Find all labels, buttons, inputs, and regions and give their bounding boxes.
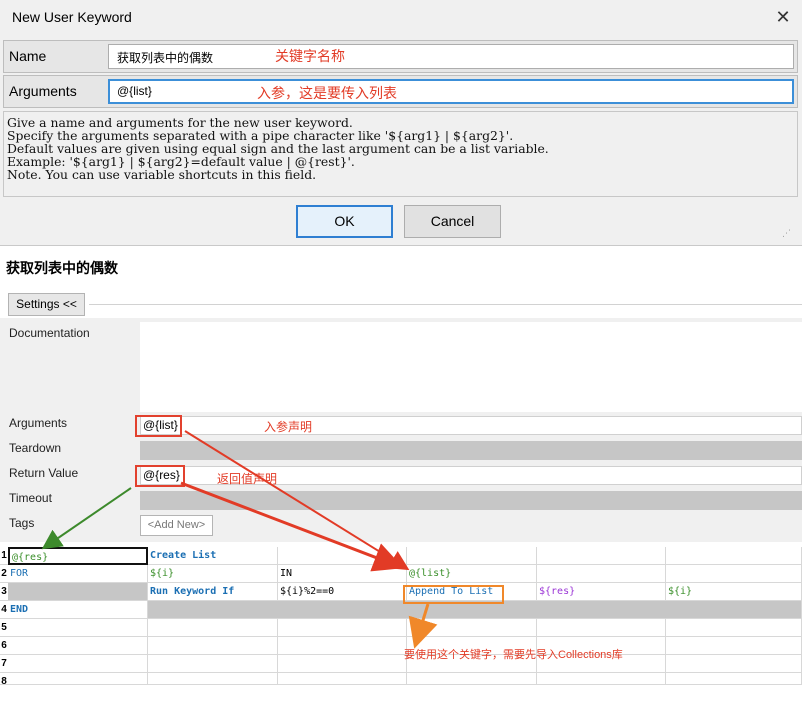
grid-cell[interactable]: @{list} [407,565,537,583]
grid-cell[interactable] [148,637,278,655]
grid-cell[interactable] [8,637,148,655]
return-highlight-box [135,465,185,487]
grid-cell[interactable] [8,655,148,673]
grid-cell[interactable]: ${i} [666,583,802,601]
grid-cell[interactable] [666,655,802,673]
teardown-field[interactable] [140,441,802,460]
row-number: 6 [0,637,8,655]
name-label: Name [9,48,47,64]
row-number: 7 [0,655,8,673]
timeout-field[interactable] [140,491,802,510]
grid-cell[interactable] [278,619,407,637]
grid-cell[interactable] [537,565,666,583]
help-text: Give a name and arguments for the new us… [3,111,798,197]
resize-grip-icon[interactable]: ⋰ [782,229,794,242]
grid-cell[interactable] [666,565,802,583]
grid-cell[interactable]: FOR [8,565,148,583]
grid-cell[interactable] [537,547,666,565]
row-number: 5 [0,619,8,637]
timeout-label: Timeout [9,491,52,505]
arguments-setting-field[interactable] [140,416,802,435]
grid-cell[interactable] [148,619,278,637]
grid-cell[interactable]: ${res} [537,583,666,601]
documentation-field[interactable] [140,322,802,412]
grid-cell[interactable]: Create List [148,547,278,565]
ok-button[interactable]: OK [296,205,393,238]
row-number: 1 [0,547,8,565]
add-tag-button[interactable]: <Add New> [140,515,213,536]
grid-cell[interactable] [407,673,537,685]
row-number: 2 [0,565,8,583]
row-number: 4 [0,601,8,619]
arguments-field-value: @{list} [117,84,152,98]
grid-cell[interactable] [407,619,537,637]
settings-divider [89,304,802,305]
return-value-label: Return Value [9,466,79,480]
grid-cell[interactable] [666,547,802,565]
grid-cell[interactable] [537,673,666,685]
settings-toggle-button[interactable]: Settings << [8,293,85,316]
keyword-steps-grid: 1 2 3 4 5 6 7 8 @{res} Create List FOR $… [0,547,802,704]
name-annotation: 关键字名称 [275,48,345,64]
name-field-value: 获取列表中的偶数 [117,51,214,65]
teardown-label: Teardown [9,441,62,455]
close-icon[interactable]: ✕ [768,2,798,32]
grid-cell[interactable]: @{res} [8,547,148,565]
grid-cell[interactable] [407,547,537,565]
arguments-label: Arguments [9,83,77,99]
arguments-highlight-box [135,415,182,437]
grid-cell[interactable]: ${i}%2==0 [278,583,407,601]
grid-cell[interactable] [8,619,148,637]
collections-library-annotation: 要使用这个关键字，需要先导入Collections库 [404,649,623,661]
grid-cell[interactable] [8,583,148,601]
cancel-button[interactable]: Cancel [404,205,501,238]
row-number: 8 [0,673,8,685]
new-user-keyword-dialog: New User Keyword ✕ Name 获取列表中的偶数 关键字名称 A… [0,0,802,246]
grid-cell[interactable] [666,673,802,685]
return-value-annotation: 返回值声明 [217,472,278,486]
tags-label: Tags [9,516,35,530]
name-field[interactable]: 获取列表中的偶数 关键字名称 [108,44,794,69]
keyword-title: 获取列表中的偶数 [6,260,118,276]
grid-cell[interactable]: ${i} [148,565,278,583]
grid-cell[interactable]: IN [278,565,407,583]
grid-cell[interactable] [148,655,278,673]
arguments-annotation: 入参，这是要传入列表 [257,85,397,101]
grid-cell[interactable]: END [8,601,148,619]
grid-cell[interactable] [8,673,148,685]
grid-cell[interactable] [278,673,407,685]
documentation-label: Documentation [9,326,90,340]
grid-cell[interactable]: Run Keyword If [148,583,278,601]
dialog-title: New User Keyword [12,9,132,25]
help-line: Note. You can use variable shortcuts in … [7,167,317,182]
grid-cell[interactable] [278,637,407,655]
append-to-list-highlight-box [403,585,504,604]
grid-cell[interactable] [148,673,278,685]
grid-cell[interactable] [666,637,802,655]
arguments-setting-label: Arguments [9,416,68,430]
arguments-setting-annotation: 入参声明 [264,420,313,434]
arguments-field[interactable]: @{list} 入参，这是要传入列表 [108,79,794,104]
grid-cell[interactable] [278,655,407,673]
row-number: 3 [0,583,8,601]
grid-cell[interactable] [666,619,802,637]
grid-cell[interactable] [278,547,407,565]
grid-cell[interactable] [537,619,666,637]
